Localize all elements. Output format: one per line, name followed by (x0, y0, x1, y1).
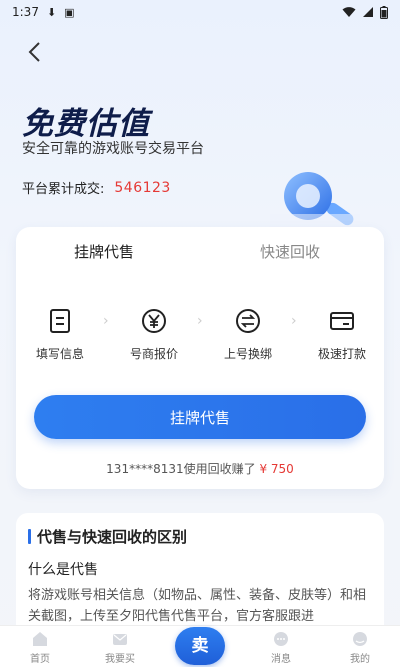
section-paragraph: 将游戏账号相关信息（如物品、属性、装备、皮肤等）和相关截图，上传至夕阳代售代售平… (28, 588, 367, 624)
back-button[interactable] (22, 40, 46, 64)
difference-section: 代售与快速回收的区别 什么是代售 将游戏账号相关信息（如物品、属性、装备、皮肤等… (16, 513, 384, 643)
step-rebind: 上号换绑 (208, 307, 288, 362)
chevron-right-icon: › (291, 313, 297, 329)
section-title: 代售与快速回收的区别 (37, 528, 188, 546)
signal-icon (363, 7, 373, 17)
home-icon (33, 632, 47, 646)
profile-icon (353, 632, 367, 646)
tab-sell[interactable]: 卖 (175, 627, 225, 665)
deal-count-row: 平台累计成交: 546123 (22, 178, 171, 198)
step-label: 号商报价 (129, 347, 178, 361)
tab-label: 消息 (271, 654, 291, 665)
section-accent-bar (28, 529, 31, 544)
consign-button[interactable]: 挂牌代售 (34, 395, 366, 439)
step-label: 上号换绑 (223, 347, 272, 361)
earn-amount: ¥ 750 (259, 462, 294, 476)
deal-count-label: 平台累计成交: (22, 182, 105, 197)
status-bar: 1:37 ⬇ ▣ (0, 0, 400, 24)
page-title: 免费估值 (22, 106, 150, 142)
mail-icon (113, 634, 127, 645)
chat-icon (274, 632, 288, 646)
earn-ticker: 131****8131使用回收赚了 ¥ 750 (16, 460, 384, 477)
section-heading: 代售与快速回收的区别 (28, 526, 187, 547)
notification-icon: ▣ (64, 5, 75, 19)
tab-messages[interactable]: 消息 (251, 630, 311, 665)
step-payout: 极速打款 (302, 307, 382, 362)
form-icon (50, 309, 70, 333)
tab-label: 我的 (350, 654, 370, 665)
sell-card: 挂牌代售 快速回收 填写信息 › 号商报价 › 上号换绑 › 极速打款 挂牌代售… (16, 227, 384, 489)
wifi-icon (342, 7, 356, 17)
deal-count-value: 546123 (114, 179, 171, 196)
step-label: 极速打款 (317, 347, 366, 361)
step-fill-info: 填写信息 (20, 307, 100, 362)
tab-quick-recycle[interactable]: 快速回收 (260, 241, 320, 262)
chevron-right-icon: › (197, 313, 203, 329)
tab-home[interactable]: 首页 (10, 630, 70, 665)
yen-icon (142, 309, 166, 333)
sell-tabs: 挂牌代售 快速回收 (16, 227, 384, 275)
page-subtitle: 安全可靠的游戏账号交易平台 (22, 141, 204, 157)
process-steps: 填写信息 › 号商报价 › 上号换绑 › 极速打款 (16, 307, 384, 367)
step-quote: 号商报价 (114, 307, 194, 362)
swap-icon (236, 309, 260, 333)
battery-icon (380, 5, 388, 19)
tab-label: 我要买 (105, 654, 135, 665)
chevron-left-icon (28, 42, 40, 62)
step-label: 填写信息 (35, 347, 84, 361)
tab-consignment[interactable]: 挂牌代售 (74, 241, 134, 262)
tab-mine[interactable]: 我的 (330, 630, 390, 665)
card-icon (330, 312, 354, 330)
chevron-right-icon: › (103, 313, 109, 329)
download-icon: ⬇ (46, 5, 57, 19)
tab-label: 首页 (30, 654, 50, 665)
earn-text: 131****8131使用回收赚了 (106, 462, 256, 476)
status-time: 1:37 (12, 5, 39, 19)
tab-buy[interactable]: 我要买 (90, 630, 150, 665)
section-question: 什么是代售 (28, 562, 98, 578)
